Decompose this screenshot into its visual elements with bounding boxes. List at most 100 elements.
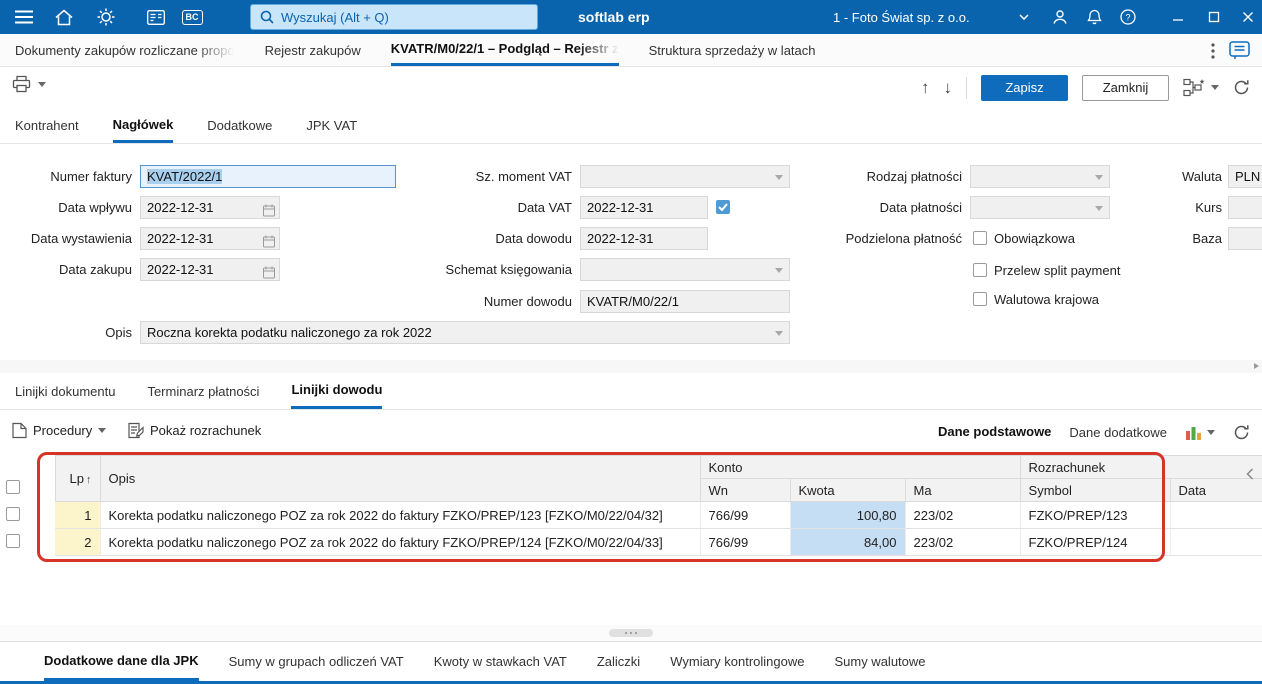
minimize-button[interactable] bbox=[1164, 0, 1192, 34]
tab-kontrahent[interactable]: Kontrahent bbox=[15, 108, 79, 143]
settings-icon[interactable] bbox=[92, 0, 120, 34]
column-header-kwota[interactable]: Kwota bbox=[789, 478, 906, 502]
more-options-icon[interactable] bbox=[1211, 42, 1215, 59]
documents-icon[interactable] bbox=[142, 0, 170, 34]
cell-wn[interactable]: 766/99 bbox=[700, 501, 791, 529]
row-checkbox[interactable] bbox=[6, 506, 20, 521]
tab-rejestr-zakupow[interactable]: Rejestr zakupów bbox=[265, 34, 361, 66]
calendar-icon[interactable] bbox=[263, 202, 275, 218]
data-wystawienia-field[interactable]: 2022-12-31 bbox=[140, 227, 280, 250]
calendar-icon[interactable] bbox=[263, 264, 275, 280]
rodzaj-platnosci-field[interactable] bbox=[970, 165, 1110, 188]
waluta-field[interactable]: PLN bbox=[1228, 165, 1262, 188]
maximize-button[interactable] bbox=[1200, 0, 1228, 34]
cell-data[interactable] bbox=[1170, 528, 1262, 556]
column-header-opis[interactable]: Opis bbox=[99, 455, 701, 502]
cell-opis[interactable]: Korekta podatku naliczonego POZ za rok 2… bbox=[100, 528, 701, 556]
column-header-symbol[interactable]: Symbol bbox=[1019, 478, 1171, 502]
tab-kvatr-podglad[interactable]: KVATR/M0/22/1 – Podgląd – Rejestr z bbox=[390, 34, 619, 66]
global-search-input[interactable]: Wyszukaj (Alt + Q) bbox=[250, 4, 538, 30]
cell-ma[interactable]: 223/02 bbox=[905, 528, 1021, 556]
column-header-konto[interactable]: Konto bbox=[699, 455, 1021, 479]
lines-horizontal-scrollbar[interactable] bbox=[0, 625, 1262, 641]
cell-wn[interactable]: 766/99 bbox=[700, 528, 791, 556]
tab-kwoty-stawki-vat[interactable]: Kwoty w stawkach VAT bbox=[434, 642, 567, 681]
cell-lp[interactable]: 1 bbox=[55, 501, 101, 529]
sz-moment-vat-field[interactable] bbox=[580, 165, 790, 188]
tab-linijki-dokumentu[interactable]: Linijki dokumentu bbox=[15, 373, 115, 409]
notifications-icon[interactable] bbox=[1080, 0, 1108, 34]
numer-dowodu-field[interactable]: KVATR/M0/22/1 bbox=[580, 290, 790, 313]
tab-dane-dodatkowe[interactable]: Dane dodatkowe bbox=[1069, 410, 1167, 455]
help-icon[interactable]: ? bbox=[1114, 0, 1142, 34]
tab-dodatkowe[interactable]: Dodatkowe bbox=[207, 108, 272, 143]
data-platnosci-field[interactable] bbox=[970, 196, 1110, 219]
bc-icon[interactable]: BC bbox=[178, 0, 206, 34]
cell-lp[interactable]: 2 bbox=[55, 528, 101, 556]
tab-naglowek[interactable]: Nagłówek bbox=[112, 108, 174, 143]
tab-struktura-sprzedazy[interactable]: Struktura sprzedaży w latach bbox=[649, 34, 816, 66]
table-row[interactable]: 1 Korekta podatku naliczonego POZ za rok… bbox=[0, 501, 1262, 529]
opis-field[interactable]: Roczna korekta podatku naliczonego za ro… bbox=[140, 321, 790, 344]
data-wplywu-field[interactable]: 2022-12-31 bbox=[140, 196, 280, 219]
cell-ma[interactable]: 223/02 bbox=[905, 501, 1021, 529]
table-row[interactable]: 2 Korekta podatku naliczonego POZ za rok… bbox=[0, 528, 1262, 556]
tab-linijki-dowodu[interactable]: Linijki dowodu bbox=[291, 373, 383, 409]
navigate-up-icon[interactable]: ↑ bbox=[921, 79, 930, 96]
form-horizontal-scrollbar[interactable] bbox=[0, 360, 1262, 373]
tab-sumy-walutowe[interactable]: Sumy walutowe bbox=[834, 642, 925, 681]
tab-terminarz-platnosci[interactable]: Terminarz płatności bbox=[147, 373, 259, 409]
kurs-field[interactable] bbox=[1228, 196, 1262, 219]
select-all-checkbox[interactable] bbox=[6, 479, 20, 494]
przelew-split-checkbox[interactable] bbox=[973, 263, 987, 277]
data-vat-field[interactable]: 2022-12-31 bbox=[580, 196, 708, 219]
comments-panel-icon[interactable] bbox=[1229, 41, 1250, 60]
cell-symbol[interactable]: FZKO/PREP/123 bbox=[1020, 501, 1171, 529]
column-header-ma[interactable]: Ma bbox=[904, 478, 1021, 502]
tab-jpk-vat[interactable]: JPK VAT bbox=[306, 108, 357, 143]
baza-field[interactable] bbox=[1228, 227, 1262, 250]
column-header-lp[interactable]: Lp ↑ bbox=[54, 455, 101, 502]
hamburger-menu-icon[interactable] bbox=[10, 0, 38, 34]
cell-kwota[interactable]: 100,80 bbox=[790, 501, 906, 529]
numer-faktury-field[interactable]: KVAT/2022/1 bbox=[140, 165, 396, 188]
procedury-button[interactable]: Procedury bbox=[12, 422, 107, 439]
obowiazkowa-checkbox[interactable] bbox=[973, 231, 987, 245]
cell-kwota[interactable]: 84,00 bbox=[790, 528, 906, 556]
tab-sumy-grupy-odliczen[interactable]: Sumy w grupach odliczeń VAT bbox=[229, 642, 404, 681]
company-selector[interactable]: 1 - Foto Świat sp. z o.o. bbox=[833, 0, 1029, 34]
tab-wymiary-kontrolingowe[interactable]: Wymiary kontrolingowe bbox=[670, 642, 804, 681]
tab-dane-podstawowe[interactable]: Dane podstawowe bbox=[938, 410, 1052, 455]
print-button[interactable] bbox=[12, 75, 46, 93]
row-checkbox[interactable] bbox=[6, 533, 20, 548]
cell-data[interactable] bbox=[1170, 501, 1262, 529]
data-dowodu-field[interactable]: 2022-12-31 bbox=[580, 227, 708, 250]
data-zakupu-field[interactable]: 2022-12-31 bbox=[140, 258, 280, 281]
home-icon[interactable] bbox=[50, 0, 78, 34]
refresh-icon[interactable] bbox=[1233, 424, 1250, 441]
tab-dokumenty-zakupow[interactable]: Dokumenty zakupów rozliczane propo bbox=[15, 34, 235, 66]
schemat-ksiegowania-field[interactable] bbox=[580, 258, 790, 281]
user-icon[interactable] bbox=[1046, 0, 1074, 34]
tab-zaliczki[interactable]: Zaliczki bbox=[597, 642, 640, 681]
close-button[interactable] bbox=[1234, 0, 1262, 34]
column-header-wn[interactable]: Wn bbox=[699, 478, 791, 502]
procedures-icon bbox=[12, 422, 27, 439]
refresh-icon[interactable] bbox=[1233, 79, 1250, 96]
chart-view-button[interactable] bbox=[1185, 425, 1215, 440]
tab-dodatkowe-dane-jpk[interactable]: Dodatkowe dane dla JPK bbox=[44, 642, 199, 681]
scroll-right-icon[interactable] bbox=[1254, 363, 1259, 369]
close-document-button[interactable]: Zamknij bbox=[1082, 74, 1169, 101]
collapse-panel-icon[interactable] bbox=[1246, 468, 1254, 483]
save-button[interactable]: Zapisz bbox=[981, 74, 1068, 101]
cell-opis[interactable]: Korekta podatku naliczonego POZ za rok 2… bbox=[100, 501, 701, 529]
walutowa-krajowa-checkbox[interactable] bbox=[973, 292, 987, 306]
column-header-rozrachunek[interactable]: Rozrachunek bbox=[1019, 455, 1262, 479]
calendar-icon[interactable] bbox=[263, 233, 275, 249]
navigate-down-icon[interactable]: ↓ bbox=[944, 79, 953, 96]
splitter-handle[interactable] bbox=[609, 629, 653, 637]
workflow-settings-button[interactable] bbox=[1183, 78, 1219, 97]
data-vat-checkbox[interactable] bbox=[716, 200, 730, 214]
cell-symbol[interactable]: FZKO/PREP/124 bbox=[1020, 528, 1171, 556]
pokaz-rozrachunek-button[interactable]: Pokaż rozrachunek bbox=[128, 422, 261, 439]
